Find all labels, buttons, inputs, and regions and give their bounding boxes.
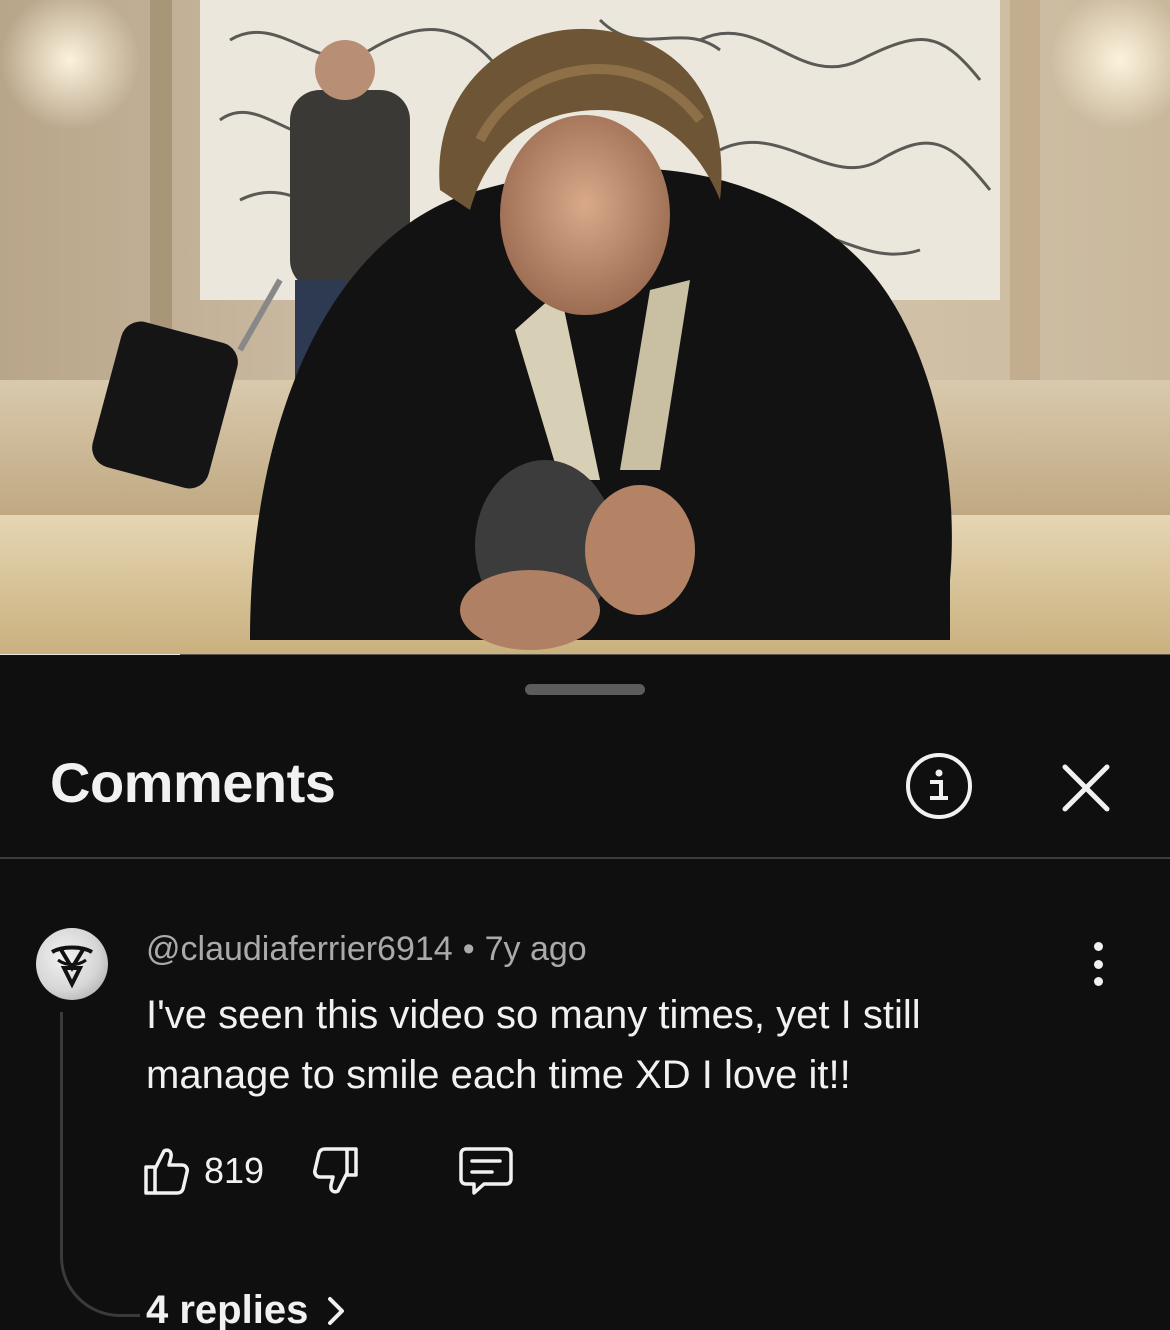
sheet-title: Comments [50,751,336,814]
thumbs-down-icon [313,1147,358,1194]
comments-sheet: Comments @claudiaferrier6914 • 7y ago I've… [0,660,1170,1330]
info-button[interactable] [906,753,972,819]
info-icon [930,769,948,800]
video-frame [0,0,1170,655]
reply-comment-icon [459,1147,513,1195]
close-icon [1062,764,1110,812]
sheet-drag-handle[interactable] [525,684,645,695]
video-progress-bar[interactable] [0,654,1170,655]
chevron-right-icon [328,1296,345,1325]
like-button[interactable]: 819 [142,1143,264,1199]
close-button[interactable] [1055,757,1117,819]
reply-button[interactable] [458,1145,514,1197]
comment-age: 7y ago [484,930,587,968]
thread-connector-line [60,1012,140,1317]
more-options-button[interactable] [1078,942,1118,986]
more-vertical-icon-dot [1093,942,1103,951]
dislike-button[interactable] [310,1145,362,1197]
video-player[interactable] [0,0,1170,655]
thumbs-up-icon [144,1148,189,1195]
comment-text: I've seen this video so many times, yet … [146,993,921,1097]
meta-separator: • [462,930,475,968]
more-vertical-icon-dot [1093,959,1103,969]
angelic-rune-avatar-icon [50,945,94,989]
header-divider [0,857,1170,859]
comment-meta: @claudiaferrier6914 • 7y ago [146,930,587,969]
avatar[interactable] [36,928,108,1000]
like-count: 819 [204,1150,265,1191]
view-replies-link[interactable]: 4 replies [146,1288,346,1330]
comment-author[interactable]: @claudiaferrier6914 [146,930,453,968]
more-vertical-icon-dot [1093,977,1103,986]
video-progress-fill [0,654,181,655]
replies-label: 4 replies [146,1288,309,1330]
